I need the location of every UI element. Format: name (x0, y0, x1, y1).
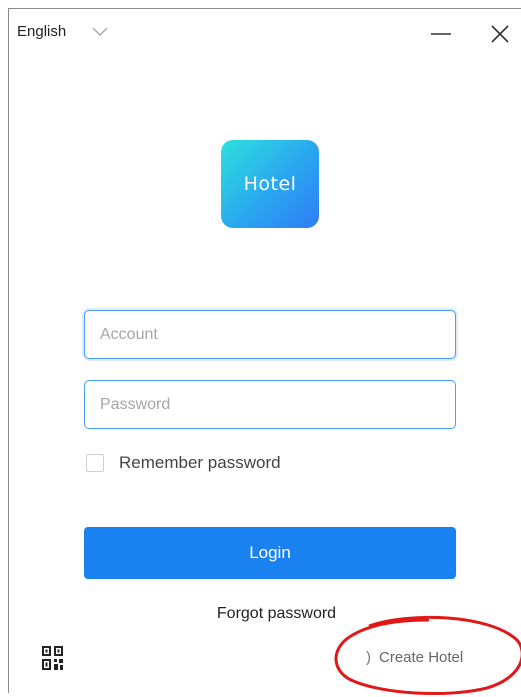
minimize-icon[interactable] (428, 21, 454, 47)
remember-checkbox[interactable] (86, 454, 104, 472)
logo-text: Hotel (243, 173, 297, 195)
remember-label: Remember password (119, 453, 281, 472)
create-hotel-caret: ) (366, 649, 371, 666)
language-select[interactable]: English (17, 23, 108, 40)
password-input[interactable] (84, 380, 456, 429)
forgot-password-label: Forgot password (216, 605, 337, 622)
create-hotel-label: Create Hotel (379, 649, 464, 666)
close-icon[interactable] (487, 21, 513, 47)
title-bar: English (9, 9, 521, 57)
forgot-password-link[interactable]: Forgot password (9, 605, 521, 623)
hotel-logo: Hotel (221, 140, 319, 228)
remember-password-option[interactable]: Remember password (86, 453, 281, 473)
login-window: English Hotel Remember password Login Fo… (8, 8, 521, 695)
qr-code-icon[interactable] (42, 646, 63, 670)
login-button[interactable]: Login (84, 527, 456, 579)
chevron-down-icon (92, 27, 108, 36)
create-hotel-link[interactable]: ) Create Hotel (366, 649, 463, 666)
account-input[interactable] (84, 310, 456, 359)
language-label: English (17, 23, 67, 40)
